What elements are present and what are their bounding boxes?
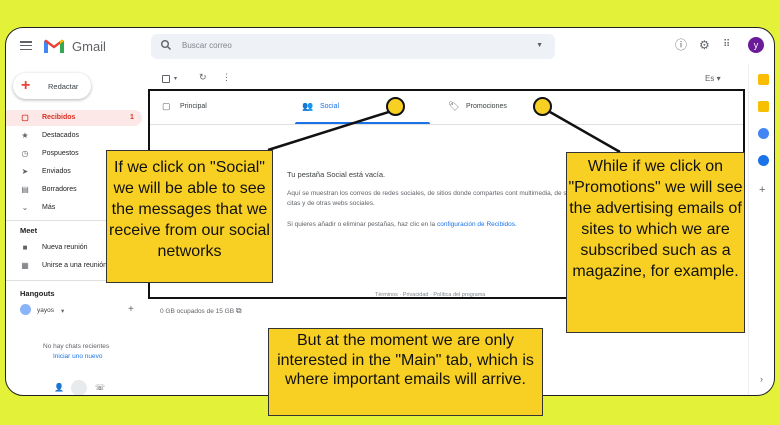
main-annotation: But at the moment we are only interested… bbox=[268, 328, 543, 416]
social-annotation: If we click on "Social" we will be able … bbox=[106, 150, 273, 283]
social-marker bbox=[386, 97, 405, 116]
promotions-annotation: While if we click on "Promotions" we wil… bbox=[566, 152, 745, 333]
promotions-marker bbox=[533, 97, 552, 116]
